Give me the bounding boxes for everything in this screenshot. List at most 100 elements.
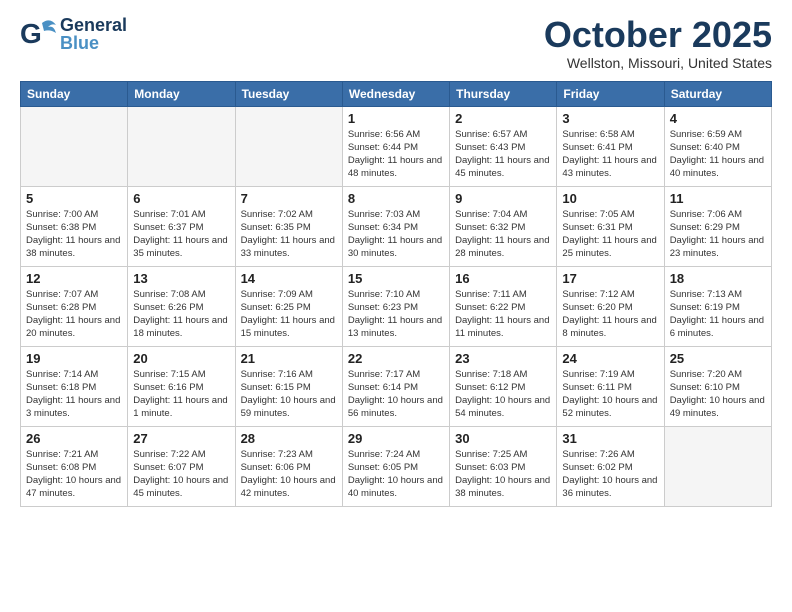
day-number: 5 (26, 191, 122, 206)
day-cell-24: 24 Sunrise: 7:19 AM Sunset: 6:11 PM Dayli… (557, 346, 664, 426)
day-info: Sunrise: 7:06 AM Sunset: 6:29 PM Dayligh… (670, 208, 766, 261)
day-number: 26 (26, 431, 122, 446)
day-cell-23: 23 Sunrise: 7:18 AM Sunset: 6:12 PM Dayli… (450, 346, 557, 426)
day-info: Sunrise: 7:09 AM Sunset: 6:25 PM Dayligh… (241, 288, 337, 341)
day-cell-8: 8 Sunrise: 7:03 AM Sunset: 6:34 PM Daylig… (342, 186, 449, 266)
day-info: Sunrise: 7:00 AM Sunset: 6:38 PM Dayligh… (26, 208, 122, 261)
day-info: Sunrise: 7:25 AM Sunset: 6:03 PM Dayligh… (455, 448, 551, 501)
page-header: G General Blue October 2025 Wellston, Mi… (20, 15, 772, 71)
day-info: Sunrise: 7:07 AM Sunset: 6:28 PM Dayligh… (26, 288, 122, 341)
day-cell-22: 22Sunrise: 7:17 AM Sunset: 6:14 PM Dayli… (342, 346, 449, 426)
day-cell-12: 12 Sunrise: 7:07 AM Sunset: 6:28 PM Dayli… (21, 266, 128, 346)
day-cell-25: 25 Sunrise: 7:20 AM Sunset: 6:10 PM Dayli… (664, 346, 771, 426)
day-cell-18: 18 Sunrise: 7:13 AM Sunset: 6:19 PM Dayli… (664, 266, 771, 346)
day-number: 8 (348, 191, 444, 206)
day-info: Sunrise: 7:05 AM Sunset: 6:31 PM Dayligh… (562, 208, 658, 261)
day-cell-7: 7 Sunrise: 7:02 AM Sunset: 6:35 PM Daylig… (235, 186, 342, 266)
day-info: Sunrise: 7:16 AM Sunset: 6:15 PM Dayligh… (241, 368, 337, 421)
day-info: Sunrise: 7:18 AM Sunset: 6:12 PM Dayligh… (455, 368, 551, 421)
day-number: 6 (133, 191, 229, 206)
day-number: 29 (348, 431, 444, 446)
day-number: 23 (455, 351, 551, 366)
day-number: 30 (455, 431, 551, 446)
empty-cell (21, 106, 128, 186)
logo-text: General Blue (60, 16, 127, 52)
day-cell-28: 28 Sunrise: 7:23 AM Sunset: 6:06 PM Dayli… (235, 426, 342, 506)
day-number: 15 (348, 271, 444, 286)
weekday-header-monday: Monday (128, 81, 235, 106)
day-info: Sunrise: 6:58 AM Sunset: 6:41 PM Dayligh… (562, 128, 658, 181)
day-info: Sunrise: 7:23 AM Sunset: 6:06 PM Dayligh… (241, 448, 337, 501)
day-info: Sunrise: 7:01 AM Sunset: 6:37 PM Dayligh… (133, 208, 229, 261)
day-cell-13: 13 Sunrise: 7:08 AM Sunset: 6:26 PM Dayli… (128, 266, 235, 346)
title-block: October 2025 Wellston, Missouri, United … (544, 15, 772, 71)
day-cell-20: 20Sunrise: 7:15 AM Sunset: 6:16 PM Dayli… (128, 346, 235, 426)
day-cell-15: 15 Sunrise: 7:10 AM Sunset: 6:23 PM Dayli… (342, 266, 449, 346)
day-info: Sunrise: 7:14 AM Sunset: 6:18 PM Dayligh… (26, 368, 122, 421)
day-number: 3 (562, 111, 658, 126)
weekday-header-sunday: Sunday (21, 81, 128, 106)
day-info: Sunrise: 7:10 AM Sunset: 6:23 PM Dayligh… (348, 288, 444, 341)
day-info: Sunrise: 7:11 AM Sunset: 6:22 PM Dayligh… (455, 288, 551, 341)
day-info: Sunrise: 7:02 AM Sunset: 6:35 PM Dayligh… (241, 208, 337, 261)
weekday-header-tuesday: Tuesday (235, 81, 342, 106)
week-row-2: 5 Sunrise: 7:00 AM Sunset: 6:38 PM Daylig… (21, 186, 772, 266)
day-info: Sunrise: 7:19 AM Sunset: 6:11 PM Dayligh… (562, 368, 658, 421)
day-number: 18 (670, 271, 766, 286)
weekday-header-row: SundayMondayTuesdayWednesdayThursdayFrid… (21, 81, 772, 106)
day-cell-16: 16 Sunrise: 7:11 AM Sunset: 6:22 PM Dayli… (450, 266, 557, 346)
day-info: Sunrise: 7:21 AM Sunset: 6:08 PM Dayligh… (26, 448, 122, 501)
week-row-1: 1Sunrise: 6:56 AM Sunset: 6:44 PM Daylig… (21, 106, 772, 186)
day-number: 14 (241, 271, 337, 286)
day-number: 19 (26, 351, 122, 366)
day-number: 1 (348, 111, 444, 126)
day-number: 25 (670, 351, 766, 366)
day-info: Sunrise: 6:57 AM Sunset: 6:43 PM Dayligh… (455, 128, 551, 181)
location: Wellston, Missouri, United States (544, 55, 772, 71)
empty-cell (128, 106, 235, 186)
empty-cell (235, 106, 342, 186)
day-number: 2 (455, 111, 551, 126)
day-number: 17 (562, 271, 658, 286)
day-info: Sunrise: 6:59 AM Sunset: 6:40 PM Dayligh… (670, 128, 766, 181)
day-number: 24 (562, 351, 658, 366)
day-cell-14: 14 Sunrise: 7:09 AM Sunset: 6:25 PM Dayli… (235, 266, 342, 346)
logo-icon: G (20, 15, 58, 53)
day-number: 11 (670, 191, 766, 206)
day-number: 16 (455, 271, 551, 286)
day-cell-19: 19 Sunrise: 7:14 AM Sunset: 6:18 PM Dayli… (21, 346, 128, 426)
day-number: 9 (455, 191, 551, 206)
day-cell-1: 1Sunrise: 6:56 AM Sunset: 6:44 PM Daylig… (342, 106, 449, 186)
day-cell-21: 21 Sunrise: 7:16 AM Sunset: 6:15 PM Dayli… (235, 346, 342, 426)
weekday-header-saturday: Saturday (664, 81, 771, 106)
day-info: Sunrise: 7:24 AM Sunset: 6:05 PM Dayligh… (348, 448, 444, 501)
day-info: Sunrise: 7:13 AM Sunset: 6:19 PM Dayligh… (670, 288, 766, 341)
day-cell-3: 3 Sunrise: 6:58 AM Sunset: 6:41 PM Daylig… (557, 106, 664, 186)
logo-blue: Blue (60, 34, 127, 52)
day-info: Sunrise: 7:08 AM Sunset: 6:26 PM Dayligh… (133, 288, 229, 341)
weekday-header-wednesday: Wednesday (342, 81, 449, 106)
day-number: 4 (670, 111, 766, 126)
day-number: 27 (133, 431, 229, 446)
week-row-5: 26 Sunrise: 7:21 AM Sunset: 6:08 PM Dayli… (21, 426, 772, 506)
day-info: Sunrise: 7:12 AM Sunset: 6:20 PM Dayligh… (562, 288, 658, 341)
day-number: 7 (241, 191, 337, 206)
day-number: 22 (348, 351, 444, 366)
day-cell-31: 31Sunrise: 7:26 AM Sunset: 6:02 PM Dayli… (557, 426, 664, 506)
day-number: 13 (133, 271, 229, 286)
day-number: 12 (26, 271, 122, 286)
calendar-table: SundayMondayTuesdayWednesdayThursdayFrid… (20, 81, 772, 507)
weekday-header-friday: Friday (557, 81, 664, 106)
day-number: 28 (241, 431, 337, 446)
month-title: October 2025 (544, 15, 772, 55)
weekday-header-thursday: Thursday (450, 81, 557, 106)
day-info: Sunrise: 7:20 AM Sunset: 6:10 PM Dayligh… (670, 368, 766, 421)
logo: G General Blue (20, 15, 127, 53)
day-info: Sunrise: 7:26 AM Sunset: 6:02 PM Dayligh… (562, 448, 658, 501)
day-cell-27: 27Sunrise: 7:22 AM Sunset: 6:07 PM Dayli… (128, 426, 235, 506)
empty-cell (664, 426, 771, 506)
day-cell-11: 11 Sunrise: 7:06 AM Sunset: 6:29 PM Dayli… (664, 186, 771, 266)
day-info: Sunrise: 7:15 AM Sunset: 6:16 PM Dayligh… (133, 368, 229, 421)
day-number: 21 (241, 351, 337, 366)
day-info: Sunrise: 7:03 AM Sunset: 6:34 PM Dayligh… (348, 208, 444, 261)
